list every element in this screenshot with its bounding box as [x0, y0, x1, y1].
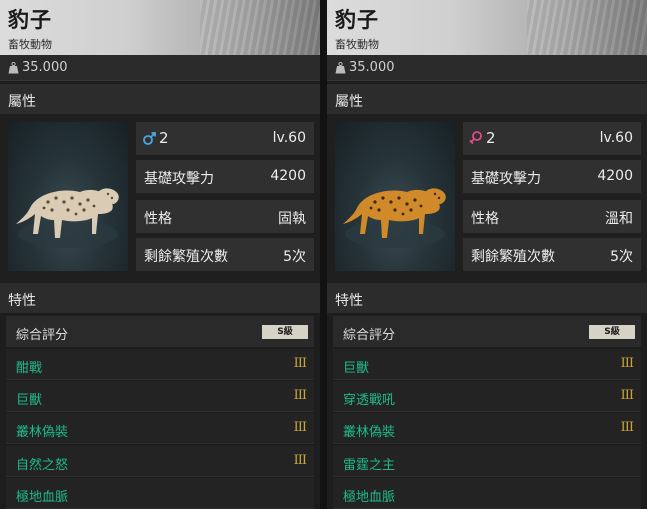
section-traits: 特性 [327, 283, 647, 313]
stat-label: 性格 [471, 211, 499, 227]
stat-row: 性格 固執 [136, 200, 314, 233]
stat-value: 4200 [597, 168, 633, 184]
section-traits: 特性 [0, 283, 320, 313]
trait-level: III [293, 356, 307, 371]
grade-badge: S級 [262, 325, 308, 339]
gender-level-row: 2 lv.60 [463, 122, 641, 155]
stat-value: 5次 [283, 249, 306, 265]
stat-value: 4200 [270, 168, 306, 184]
level-value: lv.60 [272, 130, 306, 146]
trait-level: III [620, 420, 634, 435]
price-row: 35.000 [0, 55, 320, 81]
trait-row[interactable]: 極地血脈 [333, 478, 641, 509]
stat-row: 性格 溫和 [463, 200, 641, 233]
animal-card-right: 豹子 畜牧動物 35.000 屬性 2 lv.60 基礎攻擊力 4200 性格 … [327, 0, 647, 509]
trait-level: III [620, 388, 634, 403]
stat-label: 剩餘繁殖次數 [144, 249, 228, 265]
trait-name: 雷霆之主 [343, 458, 396, 473]
male-icon [143, 132, 156, 145]
attributes-area: 2 lv.60 基礎攻擊力 4200 性格 固執 剩餘繁殖次數 5次 [0, 114, 320, 283]
stat-value: 5次 [610, 249, 633, 265]
animal-count: 2 [486, 129, 496, 147]
gender-level-row: 2 lv.60 [136, 122, 314, 155]
trait-name: 極地血脈 [343, 490, 396, 505]
trait-level: III [293, 420, 307, 435]
trait-row[interactable]: 穿透戰吼 III [333, 381, 641, 412]
stat-value: 溫和 [605, 211, 633, 227]
overall-rating-row[interactable]: 綜合評分 S級 [6, 316, 314, 347]
trait-row[interactable]: 叢林偽裝 III [6, 413, 314, 444]
trait-level: III [293, 388, 307, 403]
animal-portrait [335, 122, 455, 271]
section-traits-label: 特性 [8, 293, 36, 309]
trait-name: 叢林偽裝 [343, 425, 396, 440]
trait-name: 穿透戰吼 [343, 393, 396, 408]
animal-name: 豹子 [335, 8, 379, 32]
trait-name: 極地血脈 [16, 490, 69, 505]
panel-divider [320, 0, 327, 509]
trait-name: 酣戰 [16, 361, 43, 376]
trait-name: 巨獸 [16, 393, 43, 408]
overall-rating-label: 綜合評分 [16, 328, 69, 343]
animal-category: 畜牧動物 [8, 38, 52, 51]
card-header: 豹子 畜牧動物 [0, 0, 320, 55]
female-icon [469, 131, 482, 145]
section-attributes: 屬性 [0, 84, 320, 114]
price-value: 35.000 [349, 60, 395, 75]
trait-name: 叢林偽裝 [16, 425, 69, 440]
level-value: lv.60 [599, 130, 633, 146]
price-value: 35.000 [22, 60, 68, 75]
section-traits-label: 特性 [335, 293, 363, 309]
trait-name: 巨獸 [343, 361, 370, 376]
trait-row[interactable]: 巨獸 III [6, 381, 314, 412]
stat-label: 剩餘繁殖次數 [471, 249, 555, 265]
animal-card-left: 豹子 畜牧動物 35.000 屬性 2 lv.60 基礎攻擊力 4200 性格 … [0, 0, 320, 509]
stat-row: 剩餘繁殖次數 5次 [136, 238, 314, 271]
section-attributes-label: 屬性 [8, 94, 36, 110]
trait-row[interactable]: 叢林偽裝 III [333, 413, 641, 444]
trait-row[interactable]: 極地血脈 [6, 478, 314, 509]
stat-row: 基礎攻擊力 4200 [463, 160, 641, 193]
trait-row[interactable]: 巨獸 III [333, 349, 641, 380]
trait-row[interactable]: 自然之怒 III [6, 446, 314, 477]
stat-row: 基礎攻擊力 4200 [136, 160, 314, 193]
section-attributes: 屬性 [327, 84, 647, 114]
section-attributes-label: 屬性 [335, 94, 363, 110]
stat-label: 性格 [144, 211, 172, 227]
weight-icon [8, 62, 19, 74]
stat-row: 剩餘繁殖次數 5次 [463, 238, 641, 271]
animal-count: 2 [159, 129, 169, 147]
stat-value: 固執 [278, 211, 306, 227]
weight-icon [335, 62, 346, 74]
overall-rating-label: 綜合評分 [343, 328, 396, 343]
stat-label: 基礎攻擊力 [471, 171, 541, 187]
card-header: 豹子 畜牧動物 [327, 0, 647, 55]
trait-row[interactable]: 酣戰 III [6, 349, 314, 380]
stat-label: 基礎攻擊力 [144, 171, 214, 187]
price-row: 35.000 [327, 55, 647, 81]
grade-badge: S級 [589, 325, 635, 339]
trait-level: III [293, 453, 307, 468]
attributes-area: 2 lv.60 基礎攻擊力 4200 性格 溫和 剩餘繁殖次數 5次 [327, 114, 647, 283]
animal-name: 豹子 [8, 8, 52, 32]
overall-rating-row[interactable]: 綜合評分 S級 [333, 316, 641, 347]
trait-row[interactable]: 雷霆之主 [333, 446, 641, 477]
trait-name: 自然之怒 [16, 458, 69, 473]
trait-level: III [620, 356, 634, 371]
animal-portrait [8, 122, 128, 271]
animal-category: 畜牧動物 [335, 38, 379, 51]
